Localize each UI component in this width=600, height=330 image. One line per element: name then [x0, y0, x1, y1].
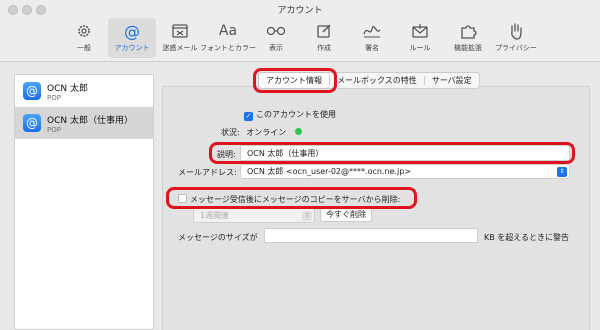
glasses-icon [266, 21, 286, 41]
tab-viewing[interactable]: 表示 [252, 18, 300, 58]
tab-rules[interactable]: ルール [396, 18, 444, 58]
tab-mailbox-behaviors[interactable]: メールボックスの特性 [330, 73, 424, 88]
enable-account-label: このアカウントを使用 [256, 110, 336, 119]
title-bar: アカウント 一般 @ アカウント 迷惑メール Aa フォントとカラー 表示 作成… [0, 0, 600, 62]
size-limit-field[interactable] [264, 228, 478, 243]
junk-icon [171, 21, 189, 41]
delete-period-select[interactable]: 1週間後 ⇕ [193, 208, 315, 223]
rules-icon [411, 21, 429, 41]
tab-server-settings[interactable]: サーバ設定 [425, 73, 479, 88]
tab-account-info[interactable]: アカウント情報 [259, 73, 329, 88]
preferences-toolbar: 一般 @ アカウント 迷惑メール Aa フォントとカラー 表示 作成 署名 ルー… [60, 18, 550, 58]
account-type: POP [47, 125, 61, 134]
delete-copy-row: メッセージ受信後にメッセージのコピーをサーバから削除: [178, 194, 400, 205]
delete-period-value: 1週間後 [200, 211, 230, 220]
email-select-value: OCN 太郎 <ocn_user-02@****.ocn.ne.jp> [247, 167, 412, 176]
enable-account-checkbox[interactable]: ✓ [244, 112, 253, 121]
at-icon: @ [23, 82, 41, 100]
account-tabs: アカウント情報 メールボックスの特性 サーバ設定 [258, 72, 480, 89]
tab-composing[interactable]: 作成 [300, 18, 348, 58]
tab-fonts-colors[interactable]: Aa フォントとカラー [200, 18, 256, 58]
tab-accounts[interactable]: @ アカウント [108, 18, 156, 58]
tab-privacy[interactable]: プライバシー [492, 18, 540, 58]
description-label: 説明: [217, 150, 236, 159]
compose-icon [316, 21, 332, 41]
tab-junk-mail[interactable]: 迷惑メール [156, 18, 204, 58]
delete-now-button[interactable]: 今すぐ削除 [320, 208, 372, 222]
enable-account-row: ✓ このアカウントを使用 [244, 109, 336, 121]
status-value: オンライン [246, 128, 287, 137]
hand-icon [508, 21, 524, 41]
account-item[interactable]: @ OCN 太郎 POP [15, 75, 153, 107]
email-select[interactable]: OCN 太郎 <ocn_user-02@****.ocn.ne.jp> ⇕ [240, 164, 570, 179]
at-icon: @ [23, 114, 41, 132]
tab-extensions[interactable]: 機能拡張 [444, 18, 492, 58]
account-type: POP [47, 93, 61, 102]
description-field[interactable]: OCN 太郎（仕事用） [240, 145, 570, 161]
tab-signatures[interactable]: 署名 [348, 18, 396, 58]
at-icon: @ [124, 21, 140, 41]
status-row: 状況: オンライン [221, 127, 302, 138]
font-icon: Aa [218, 23, 238, 39]
puzzle-icon [459, 21, 477, 41]
account-item-selected[interactable]: @ OCN 太郎（仕事用） POP [15, 107, 153, 139]
tab-general[interactable]: 一般 [60, 18, 108, 58]
size-warning-suffix: KB を超えるときに警告 [484, 233, 570, 242]
delete-copy-label: メッセージ受信後にメッセージのコピーをサーバから削除: [190, 195, 401, 204]
delete-copy-checkbox[interactable] [178, 194, 187, 203]
window-title: アカウント [277, 6, 323, 16]
size-warning-label: メッセージのサイズが [178, 233, 258, 242]
email-label: メールアドレス: [178, 168, 237, 177]
account-list: @ OCN 太郎 POP @ OCN 太郎（仕事用） POP [14, 74, 154, 330]
account-name: OCN 太郎（仕事用） [47, 115, 133, 126]
chevron-updown-icon: ⇕ [302, 211, 312, 221]
status-label: 状況: [221, 128, 240, 137]
signature-icon [362, 21, 382, 41]
account-name: OCN 太郎 [47, 83, 88, 94]
online-status-dot [294, 128, 302, 135]
gear-icon [75, 21, 93, 41]
chevron-updown-icon: ⇕ [557, 167, 567, 177]
